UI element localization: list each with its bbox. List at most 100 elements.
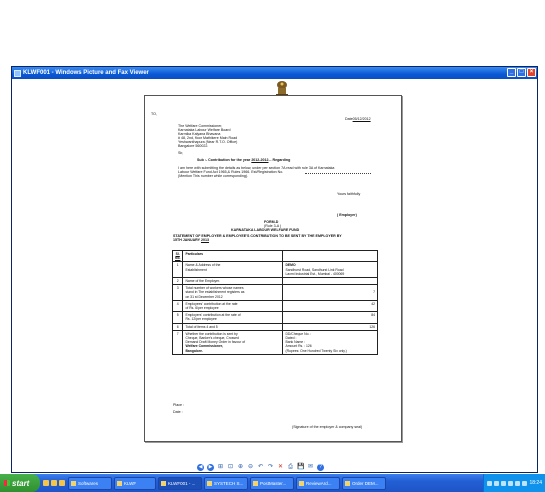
row-particulars: Name of the Employer. (182, 277, 284, 286)
maximize-button[interactable]: □ (517, 68, 526, 77)
row-value: 126 (282, 322, 378, 331)
email-icon[interactable]: ✉ (307, 464, 314, 471)
start-label: start (12, 478, 30, 488)
quick-launch-icon[interactable] (59, 480, 65, 486)
print-icon[interactable]: ⎙ (287, 464, 294, 471)
best-fit-icon[interactable]: ⊞ (217, 464, 224, 471)
picture-viewer-window[interactable]: KLWF001 - Windows Picture and Fax Viewer… (11, 66, 538, 473)
row-number: 2 (171, 277, 184, 286)
table-row: 6 Total of items 4 and 5 126 (171, 322, 378, 331)
to-label: TO, (151, 112, 157, 116)
tray-icon[interactable] (522, 480, 528, 486)
taskbar-item-active[interactable]: KLWF001 - ... (158, 476, 202, 490)
tray-icon[interactable] (494, 480, 500, 486)
picture-icon (161, 480, 166, 486)
help-icon[interactable]: ? (317, 463, 324, 471)
table-row: 4 Employees' contribution at the rate of… (171, 299, 378, 313)
subject-line: Sub :- Contribution for the year 2012-20… (197, 158, 291, 162)
header-cell: Sl. No. (171, 249, 184, 263)
table-row: 5 Employers' contribution at the rate of… (171, 311, 378, 324)
table-row: 7 Whether the contribution is sent by Ch… (171, 329, 378, 355)
place-label: Place : (173, 403, 184, 407)
row-number: 4 (171, 299, 184, 313)
close-button[interactable]: × (527, 68, 536, 77)
zoom-in-icon[interactable]: ⊕ (237, 464, 244, 471)
tray-icon[interactable] (487, 480, 493, 486)
row-particulars: Employers' contribution at the rate of R… (182, 311, 284, 324)
row-particulars: Employees' contribution at the rate of R… (182, 299, 284, 313)
row-value: DD/Cheque No. : Dated : Bank Name : Amou… (282, 329, 378, 355)
contribution-table: Sl. No. Particulars 1 Name & Address of … (171, 249, 378, 355)
taskbar-item[interactable]: PostMaster... (250, 476, 294, 490)
row-value: 84 (282, 311, 378, 324)
header-cell: Particulars (182, 249, 284, 263)
row-number: 1 (171, 261, 184, 279)
app-icon (299, 480, 304, 486)
row-value: DEMO Sandhurst Road, Sandhurst Link Road… (282, 261, 378, 279)
document-page: TO, Date05/12/2012 The Welfare Commissio… (144, 95, 402, 442)
signature-label: (Signature of the employer & company sea… (292, 425, 363, 429)
quick-launch-icon[interactable] (43, 480, 49, 486)
delete-icon[interactable]: ✕ (277, 464, 284, 471)
table-row: 1 Name & Address of the Establishment DE… (171, 261, 378, 279)
rotate-left-icon[interactable]: ↶ (257, 464, 264, 471)
salutation: Sir, (178, 151, 184, 155)
tray-icon[interactable] (501, 480, 507, 486)
table-row: 2 Name of the Employer. (171, 277, 378, 286)
system-tray: 18:24 (483, 474, 545, 492)
next-image-button[interactable]: ▶ (207, 463, 214, 471)
statement-line: 15TH JANUARY 2013 (173, 238, 209, 242)
row-number: 3 (171, 284, 184, 301)
table-header-row: Sl. No. Particulars (171, 249, 378, 263)
mail-icon (253, 480, 258, 486)
windows-logo-icon (4, 480, 10, 486)
row-particulars: Name & Address of the Establishment (182, 261, 284, 279)
fund-title: KARNATAKA LABOUR WELFARE FUND (231, 228, 300, 232)
date-field: Date05/12/2012 (345, 117, 371, 121)
taskbar: start Softwares KLWF KLWF001 - ... SYSTE… (0, 474, 545, 492)
row-particulars: Total of items 4 and 5 (182, 322, 284, 331)
taskbar-item[interactable]: ReviewArd... (296, 476, 340, 490)
taskbar-item[interactable]: KLWF (114, 476, 156, 490)
taskbar-item[interactable]: Order DEM... (342, 476, 386, 490)
minimize-button[interactable]: _ (507, 68, 516, 77)
row-number: 7 (171, 329, 184, 355)
table-row: 3 Total number of workers whose names st… (171, 284, 378, 301)
start-button[interactable]: start (0, 474, 40, 492)
viewer-toolbar: ◀ ▶ ⊞ ⊡ ⊕ ⊖ ↶ ↷ ✕ ⎙ 💾 ✉ ? (197, 462, 324, 472)
desktop: KLWF001 - Windows Picture and Fax Viewer… (0, 0, 545, 492)
yours-faithfully: Yours faithfully (337, 192, 361, 196)
app-icon (207, 480, 212, 486)
row-number: 6 (171, 322, 184, 331)
title-bar[interactable]: KLWF001 - Windows Picture and Fax Viewer… (12, 67, 537, 79)
date-label: Date : (173, 410, 183, 414)
app-icon (345, 480, 350, 486)
row-value: 42 (282, 299, 378, 313)
row-value (282, 277, 378, 286)
body-line: (Mention This number while corresponding… (178, 174, 249, 178)
address-line: Bangalore 560022. (178, 144, 209, 148)
rotate-right-icon[interactable]: ↷ (267, 464, 274, 471)
row-value: 7 (282, 284, 378, 301)
row-particulars: Whether the contribution is sent by Cheq… (182, 329, 284, 355)
folder-icon (117, 480, 122, 486)
actual-size-icon[interactable]: ⊡ (227, 464, 234, 471)
window-title: KLWF001 - Windows Picture and Fax Viewer (23, 70, 149, 76)
taskbar-item[interactable]: Softwares (68, 476, 112, 490)
header-cell (282, 249, 378, 263)
clock[interactable]: 18:24 (529, 480, 542, 486)
tray-icon[interactable] (508, 480, 514, 486)
row-particulars: Total number of workers whose names stan… (182, 284, 284, 301)
row-number: 5 (171, 311, 184, 324)
folder-icon (71, 480, 76, 486)
taskbar-item[interactable]: SYSTECH S... (204, 476, 248, 490)
zoom-out-icon[interactable]: ⊖ (247, 464, 254, 471)
quick-launch-icon[interactable] (51, 480, 57, 486)
employer-label: ( Employer) (337, 213, 357, 217)
save-icon[interactable]: 💾 (297, 464, 304, 471)
viewer-app-icon (14, 69, 21, 77)
image-viewport[interactable]: TO, Date05/12/2012 The Welfare Commissio… (12, 79, 537, 454)
previous-image-button[interactable]: ◀ (197, 463, 204, 471)
tray-icon[interactable] (515, 480, 521, 486)
quick-launch (43, 480, 65, 486)
